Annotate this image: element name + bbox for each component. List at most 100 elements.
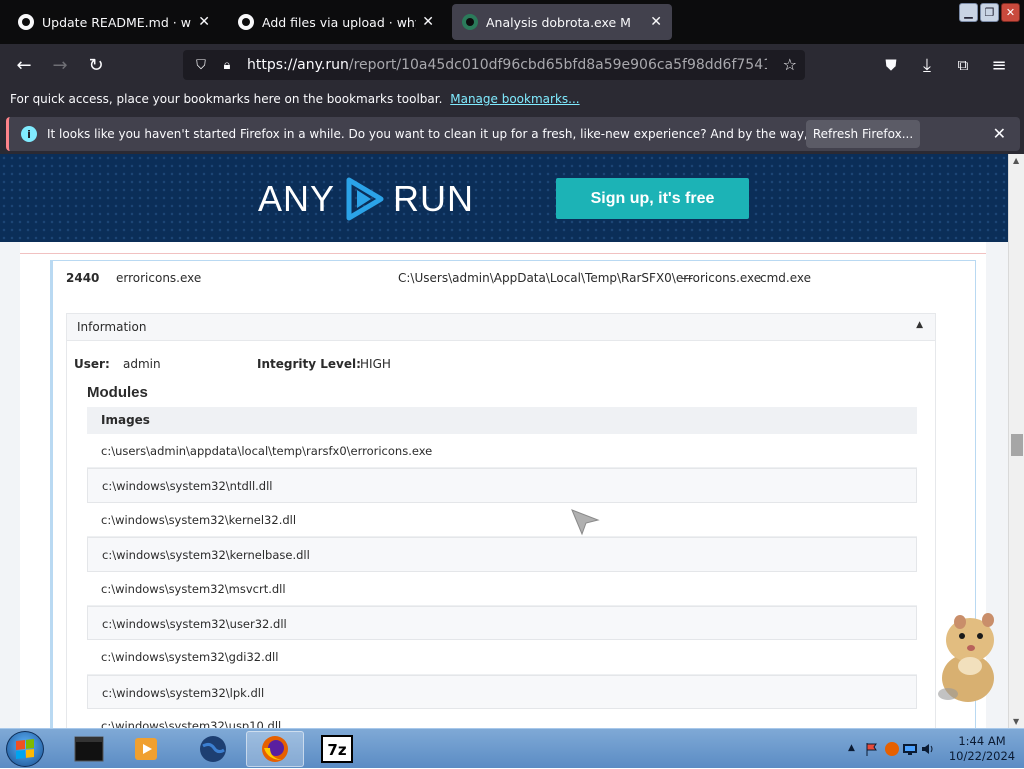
anyrun-banner: ANY RUN Sign up, it's free: [0, 154, 1008, 242]
tab-analysis[interactable]: Analysis dobrota.exe M ✕: [452, 4, 672, 40]
notification-message: It looks like you haven't started Firefo…: [47, 127, 903, 141]
reload-icon[interactable]: ↻: [85, 54, 107, 76]
downloads-icon[interactable]: ⤓: [916, 54, 938, 76]
taskbar-globe-button[interactable]: [184, 731, 242, 767]
previous-card-edge: [20, 242, 986, 254]
tab-label: Update README.md · whypet/I: [42, 14, 192, 30]
image-row: c:\windows\system32\gdi32.dll: [87, 640, 917, 675]
image-row: c:\windows\system32\kernel32.dll: [87, 503, 917, 538]
process-path: C:\Users\admin\AppData\Local\Temp\RarSFX…: [398, 271, 762, 285]
forward-icon[interactable]: →: [49, 54, 71, 76]
signup-button[interactable]: Sign up, it's free: [556, 178, 749, 219]
lock-icon[interactable]: 🔒︎: [219, 58, 235, 73]
show-hidden-icons-arrow[interactable]: ▲: [848, 743, 855, 753]
tab-upload[interactable]: Add files via upload · whypet/I ✕: [228, 4, 444, 40]
clock-date: 10/22/2024: [948, 749, 1016, 763]
url-bar[interactable]: ⛉ 🔒︎ https://any.run/report/10a45dc010df…: [183, 50, 805, 80]
hamster-mascot-image: [938, 613, 994, 702]
tab-label: Add files via upload · whypet/I: [262, 14, 416, 30]
maximize-button[interactable]: ❐: [980, 3, 999, 22]
anyrun-tab-icon: [462, 14, 478, 30]
image-row: c:\windows\system32\lpk.dll: [87, 674, 917, 710]
image-row: c:\windows\system32\user32.dll: [87, 605, 917, 641]
image-row: c:\windows\system32\msvcrt.dll: [87, 572, 917, 606]
start-button[interactable]: [6, 731, 44, 767]
shield-icon[interactable]: ⛉: [193, 58, 209, 73]
bookmarks-hint: For quick access, place your bookmarks h…: [10, 92, 443, 106]
clock[interactable]: 1:44 AM 10/22/2024: [940, 734, 1024, 764]
user-label: User:: [74, 357, 110, 371]
play-logo-icon: [346, 177, 384, 221]
page-scrollbar[interactable]: ▲ ▼: [1008, 154, 1024, 728]
notification-box: i It looks like you haven't started Fire…: [6, 117, 1020, 151]
taskbar-cmd-button[interactable]: [60, 731, 118, 767]
firefox-tray-icon[interactable]: [884, 741, 900, 757]
info-icon: i: [21, 126, 37, 142]
taskbar-firefox-button[interactable]: [246, 731, 304, 767]
notification-bar: i It looks like you haven't started Fire…: [0, 114, 1024, 154]
nav-bar: ← → ↻ ⛉ 🔒︎ https://any.run/report/10a45d…: [0, 44, 1024, 84]
mouse-cursor-icon: [571, 509, 600, 536]
images-header: Images: [87, 407, 917, 434]
tab-strip: Update README.md · whypet/I ✕ Add files …: [0, 0, 1024, 44]
information-section-header[interactable]: Information ▲: [66, 313, 936, 341]
close-icon[interactable]: ✕: [422, 14, 434, 30]
process-card: 2440 erroricons.exe C:\Users\admin\AppDa…: [20, 254, 986, 728]
firefox-icon: [262, 736, 288, 762]
image-row: c:\windows\system32\ntdll.dll: [87, 468, 917, 503]
images-list: c:\users\admin\appdata\local\temp\rarsfx…: [87, 434, 917, 728]
process-parent: cmd.exe: [760, 271, 812, 285]
integrity-label: Integrity Level:: [257, 357, 361, 371]
pocket-icon[interactable]: ⛊: [880, 54, 902, 76]
image-row: c:\users\admin\appdata\local\temp\rarsfx…: [87, 434, 917, 469]
image-row: c:\windows\system32\usp10.dll: [87, 709, 917, 728]
anyrun-logo[interactable]: ANY RUN: [258, 176, 474, 222]
taskbar-7zip-button[interactable]: 7z: [308, 731, 366, 767]
process-entry: 2440 erroricons.exe C:\Users\admin\AppDa…: [50, 260, 976, 728]
clock-time: 1:44 AM: [958, 734, 1006, 748]
extensions-icon[interactable]: ⧉: [952, 54, 974, 76]
taskbar-media-player-button[interactable]: [118, 731, 176, 767]
minimize-button[interactable]: ▁: [959, 3, 978, 22]
modules-title: Modules: [87, 384, 148, 401]
user-value: admin: [123, 357, 161, 371]
process-pid: 2440: [66, 271, 100, 285]
refresh-firefox-button[interactable]: Refresh Firefox...: [806, 120, 920, 148]
console-icon: [74, 736, 104, 762]
process-name: erroricons.exe: [116, 271, 202, 285]
close-icon[interactable]: ✕: [993, 124, 1006, 143]
scroll-down-arrow-icon[interactable]: ▼: [1013, 717, 1019, 726]
svg-text:7z: 7z: [327, 741, 346, 759]
windows-logo-icon: [16, 739, 34, 759]
manage-bookmarks-link[interactable]: Manage bookmarks...: [450, 92, 579, 106]
close-icon[interactable]: ✕: [198, 14, 210, 30]
media-player-icon: [135, 738, 157, 760]
scrollbar-thumb[interactable]: [1011, 434, 1023, 456]
tab-readme[interactable]: Update README.md · whypet/I ✕: [8, 4, 220, 40]
process-indicator: —: [681, 271, 693, 285]
network-icon[interactable]: [902, 741, 918, 757]
url-text[interactable]: https://any.run/report/10a45dc010df96cbd…: [247, 57, 767, 73]
globe-icon: [200, 736, 226, 762]
menu-icon[interactable]: ≡: [988, 54, 1010, 76]
image-row: c:\windows\system32\kernelbase.dll: [87, 537, 917, 572]
collapse-caret-icon[interactable]: ▲: [916, 320, 923, 330]
bookmarks-toolbar: For quick access, place your bookmarks h…: [0, 84, 1024, 114]
system-tray: ▲ 1:44 AM 10/22/2024: [840, 729, 1024, 769]
window-controls: ▁ ❐ ✕: [959, 3, 1020, 22]
information-title: Information: [77, 320, 147, 334]
scroll-up-arrow-icon[interactable]: ▲: [1013, 156, 1019, 165]
integrity-value: HIGH: [360, 357, 391, 371]
close-window-button[interactable]: ✕: [1001, 3, 1020, 22]
action-center-flag-icon[interactable]: [864, 741, 880, 757]
back-icon[interactable]: ←: [13, 54, 35, 76]
world-map-background: [0, 154, 1008, 242]
windows-taskbar: 7z ▲ 1:44 AM 10/22/2024: [0, 728, 1024, 768]
bookmark-star-icon[interactable]: ☆: [783, 55, 797, 74]
close-icon[interactable]: ✕: [650, 14, 662, 30]
tab-label: Analysis dobrota.exe M: [486, 14, 631, 30]
volume-icon[interactable]: [920, 741, 936, 757]
page-content: ANY RUN Sign up, it's free 2440 errorico…: [0, 154, 1008, 728]
github-icon: [18, 14, 34, 30]
github-icon: [238, 14, 254, 30]
